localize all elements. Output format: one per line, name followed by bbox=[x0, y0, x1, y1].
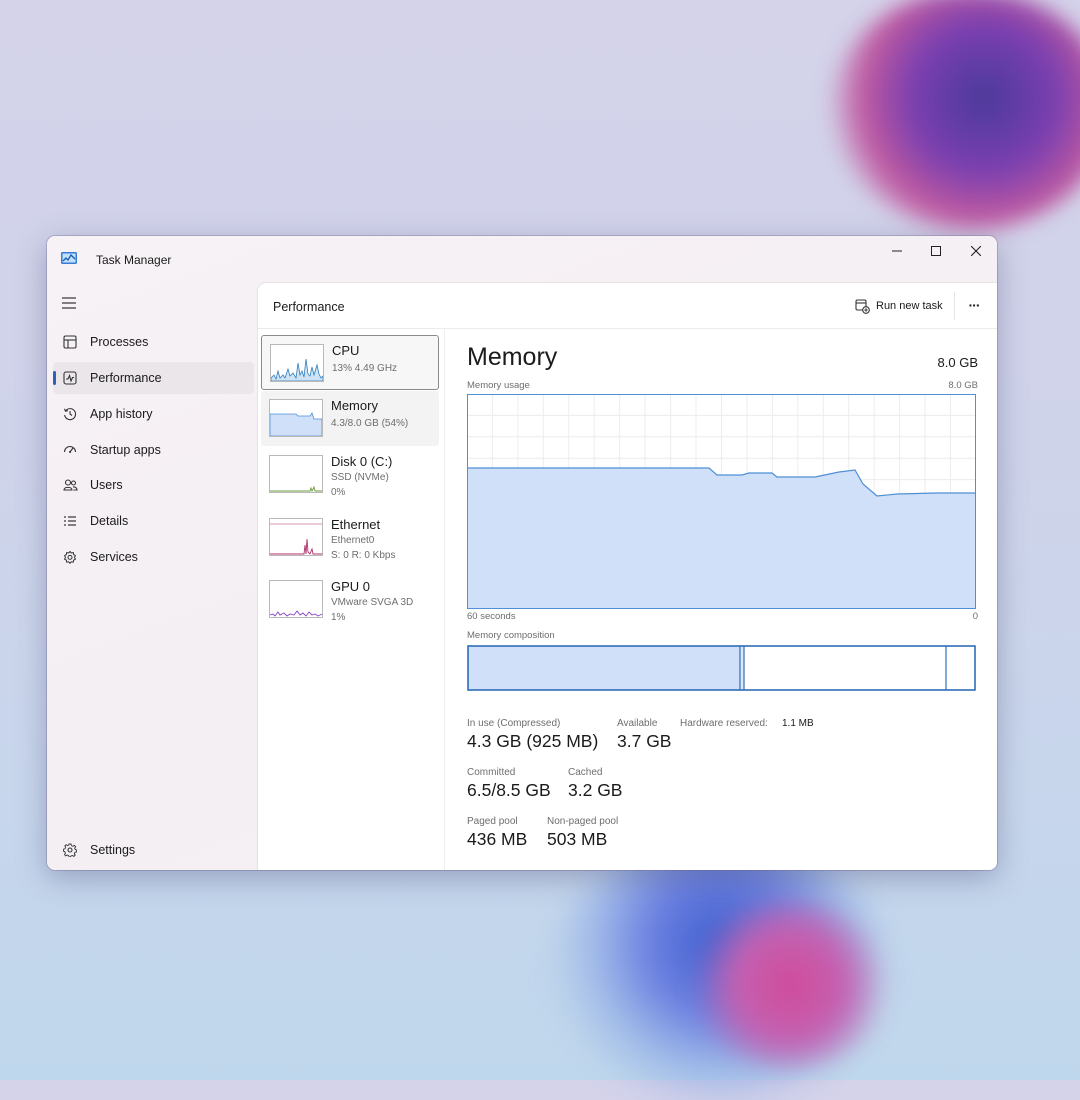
device-detail: Ethernet0 bbox=[331, 535, 375, 546]
sidebar-item-performance[interactable]: Performance bbox=[53, 362, 254, 394]
minimize-icon bbox=[892, 250, 902, 252]
device-memory[interactable]: Memory 4.3/8.0 GB (54%) bbox=[261, 391, 439, 446]
device-detail: 13% 4.49 GHz bbox=[332, 363, 398, 374]
paged-pool-label: Paged pool bbox=[467, 816, 518, 827]
gpu-thumbnail-graph bbox=[269, 580, 323, 618]
cached-value: 3.2 GB bbox=[568, 780, 623, 800]
sidebar-nav: Processes Performance App history Startu… bbox=[47, 282, 258, 870]
performance-icon bbox=[62, 370, 78, 386]
page-title: Performance bbox=[273, 300, 345, 314]
device-name: Disk 0 (C:) bbox=[331, 454, 393, 469]
sidebar-item-users[interactable]: Users bbox=[53, 469, 254, 501]
disk-thumbnail-graph bbox=[269, 455, 323, 493]
header-divider bbox=[954, 292, 955, 320]
maximize-button[interactable] bbox=[916, 236, 956, 266]
startup-icon bbox=[62, 442, 78, 458]
hamburger-menu-icon[interactable] bbox=[61, 296, 77, 310]
device-disk[interactable]: Disk 0 (C:) SSD (NVMe) 0% bbox=[261, 447, 439, 502]
device-detail: 1% bbox=[331, 612, 346, 623]
run-task-icon bbox=[855, 298, 870, 314]
maximize-icon bbox=[931, 246, 941, 256]
device-name: GPU 0 bbox=[331, 579, 371, 594]
device-ethernet[interactable]: Ethernet Ethernet0 S: 0 R: 0 Kbps bbox=[261, 510, 439, 565]
hardware-reserved-value: 1.1 MB bbox=[782, 718, 814, 729]
device-detail: 4.3/8.0 GB (54%) bbox=[331, 418, 409, 429]
available-label: Available bbox=[617, 718, 658, 729]
device-name: CPU bbox=[332, 343, 360, 358]
gear-icon bbox=[62, 842, 78, 858]
memory-usage-graph bbox=[467, 394, 976, 609]
active-indicator bbox=[53, 371, 56, 385]
task-manager-window: Task Manager Processes Performance App h… bbox=[47, 236, 997, 870]
sidebar-item-label: App history bbox=[90, 407, 153, 421]
non-paged-pool-value: 503 MB bbox=[547, 829, 608, 849]
sidebar-item-label: Processes bbox=[90, 335, 149, 349]
in-use-value: 4.3 GB (925 MB) bbox=[467, 731, 599, 751]
main-panel: Performance Run new task ··· CPU 13% 4.4… bbox=[258, 283, 997, 870]
more-options-icon: ··· bbox=[968, 297, 981, 313]
processes-icon bbox=[62, 334, 78, 350]
device-gpu[interactable]: GPU 0 VMware SVGA 3D 1% bbox=[261, 572, 439, 627]
cpu-thumbnail-graph bbox=[270, 344, 324, 382]
details-icon bbox=[62, 513, 78, 529]
device-detail: S: 0 R: 0 Kbps bbox=[331, 550, 396, 561]
non-paged-pool-label: Non-paged pool bbox=[547, 816, 619, 827]
sidebar-item-label: Services bbox=[90, 550, 138, 564]
memory-detail: Memory 8.0 GB Memory usage 8.0 GB 60 sec… bbox=[444, 329, 997, 870]
in-use-label: In use (Compressed) bbox=[467, 718, 561, 729]
sidebar-item-services[interactable]: Services bbox=[53, 541, 254, 573]
committed-value: 6.5/8.5 GB bbox=[467, 780, 551, 800]
title-bar[interactable]: Task Manager bbox=[47, 236, 997, 282]
committed-label: Committed bbox=[467, 767, 516, 778]
available-value: 3.7 GB bbox=[617, 731, 672, 751]
run-task-label: Run new task bbox=[876, 300, 943, 312]
window-title: Task Manager bbox=[96, 253, 172, 267]
memory-title: Memory bbox=[467, 343, 558, 371]
more-options-button[interactable]: ··· bbox=[965, 296, 983, 314]
memory-total: 8.0 GB bbox=[937, 355, 978, 370]
cached-label: Cached bbox=[568, 767, 603, 778]
sidebar-item-settings[interactable]: Settings bbox=[53, 834, 254, 866]
hardware-reserved-label: Hardware reserved: bbox=[680, 718, 768, 729]
run-new-task-button[interactable]: Run new task bbox=[855, 297, 943, 315]
services-icon bbox=[62, 549, 78, 565]
settings-label: Settings bbox=[90, 843, 136, 857]
task-manager-icon bbox=[61, 252, 77, 264]
users-icon bbox=[62, 477, 78, 493]
memory-thumbnail-graph bbox=[269, 399, 323, 437]
wallpaper-blob-pink bbox=[690, 900, 890, 1070]
memory-composition-bar bbox=[467, 645, 976, 691]
memory-composition-label: Memory composition bbox=[467, 630, 555, 641]
sidebar-item-details[interactable]: Details bbox=[53, 505, 254, 537]
close-icon bbox=[971, 246, 981, 256]
device-detail: SSD (NVMe) bbox=[331, 472, 389, 483]
sidebar-item-label: Performance bbox=[90, 371, 162, 385]
memory-usage-label: Memory usage bbox=[467, 380, 530, 391]
device-list: CPU 13% 4.49 GHz Memory 4.3/8.0 GB (54%)… bbox=[258, 329, 444, 870]
sidebar-item-label: Details bbox=[90, 514, 129, 528]
time-window-label: 60 seconds bbox=[467, 611, 516, 622]
ethernet-thumbnail-graph bbox=[269, 518, 323, 556]
device-name: Memory bbox=[331, 398, 378, 413]
device-cpu[interactable]: CPU 13% 4.49 GHz bbox=[261, 335, 439, 390]
minimize-button[interactable] bbox=[877, 236, 917, 266]
wallpaper-blob-top bbox=[830, 0, 1080, 230]
sidebar-item-processes[interactable]: Processes bbox=[53, 326, 254, 358]
sidebar-item-label: Startup apps bbox=[90, 443, 161, 457]
device-name: Ethernet bbox=[331, 517, 381, 532]
paged-pool-value: 436 MB bbox=[467, 829, 528, 849]
sidebar-item-app-history[interactable]: App history bbox=[53, 398, 254, 430]
sidebar-item-startup-apps[interactable]: Startup apps bbox=[53, 434, 254, 466]
device-detail: 0% bbox=[331, 487, 346, 498]
time-end-label: 0 bbox=[972, 611, 978, 622]
sidebar-item-label: Users bbox=[90, 478, 123, 492]
memory-usage-max: 8.0 GB bbox=[948, 380, 978, 391]
close-button[interactable] bbox=[956, 236, 996, 266]
panel-header: Performance Run new task ··· bbox=[258, 283, 997, 329]
history-icon bbox=[62, 406, 78, 422]
device-detail: VMware SVGA 3D bbox=[331, 597, 414, 608]
